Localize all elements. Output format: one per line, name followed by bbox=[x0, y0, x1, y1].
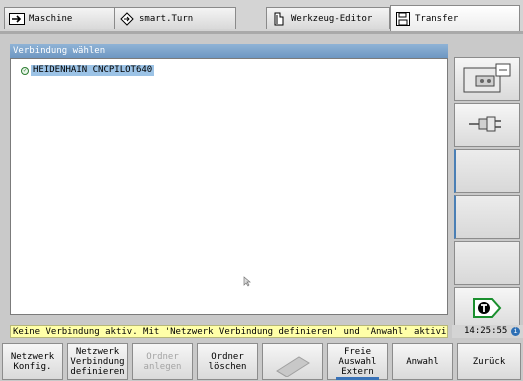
machine-transfer-icon bbox=[462, 62, 512, 97]
eraser-icon bbox=[273, 343, 313, 380]
tab-label: Maschine bbox=[29, 13, 73, 24]
side-softkey-empty-1[interactable] bbox=[454, 149, 520, 193]
tab-maschine[interactable]: Maschine bbox=[4, 7, 118, 29]
connection-list[interactable]: ✓ HEIDENHAIN CNCPILOT640 bbox=[10, 58, 448, 315]
dialog-title: Verbindung wählen bbox=[10, 44, 448, 58]
softkey-label: Ordner löschen bbox=[208, 351, 247, 372]
softkey-label: Freie Auswahl Extern bbox=[338, 346, 377, 377]
tab-divider bbox=[0, 31, 523, 34]
connection-item[interactable]: ✓ HEIDENHAIN CNCPILOT640 bbox=[21, 65, 155, 76]
softkey-freie-auswahl-extern[interactable]: Freie Auswahl Extern bbox=[327, 343, 388, 380]
tab-label: Werkzeug-Editor bbox=[291, 13, 373, 24]
tab-bar: Maschine smart.Turn Werkzeug-Editor Tran… bbox=[0, 0, 523, 34]
tab-smart-turn[interactable]: smart.Turn bbox=[114, 7, 236, 29]
side-softkey-bar bbox=[452, 38, 523, 331]
arrow-right-icon bbox=[9, 12, 25, 26]
softkey-label: Zurück bbox=[472, 356, 506, 367]
softkey-netzwerk-konfig[interactable]: Netzwerk Konfig. bbox=[2, 343, 63, 380]
side-softkey-empty-2[interactable] bbox=[454, 195, 520, 239]
tool-icon bbox=[271, 12, 287, 26]
tab-werkzeug-editor[interactable]: Werkzeug-Editor bbox=[266, 7, 390, 29]
connector-icon bbox=[467, 114, 507, 137]
softkey-eraser[interactable] bbox=[262, 343, 323, 380]
bottom-softkey-bar: Netzwerk Konfig. Netzwerk Verbindung def… bbox=[0, 341, 523, 381]
floppy-disk-icon bbox=[395, 11, 411, 26]
tab-label: smart.Turn bbox=[139, 13, 194, 24]
softkey-label: Ordner anlegen bbox=[143, 351, 182, 372]
clock-time: 14:25:55 bbox=[464, 326, 508, 336]
softkey-zurueck[interactable]: Zurück bbox=[457, 343, 521, 380]
softkey-label: Anwahl bbox=[406, 356, 439, 367]
tnc-logo-icon bbox=[470, 296, 504, 323]
info-icon[interactable]: i bbox=[511, 327, 520, 336]
softkey-netzwerk-verbindung-definieren[interactable]: Netzwerk Verbindung definieren bbox=[67, 343, 128, 380]
side-softkey-connector[interactable] bbox=[454, 103, 520, 147]
softkey-ordner-anlegen[interactable]: Ordner anlegen bbox=[132, 343, 193, 380]
softkey-label: Netzwerk Verbindung definieren bbox=[70, 346, 125, 377]
active-indicator bbox=[336, 377, 379, 380]
side-softkey-empty-3[interactable] bbox=[454, 241, 520, 285]
connection-status-icon: ✓ bbox=[21, 66, 29, 75]
status-message: Keine Verbindung aktiv. Mit 'Netzwerk Ve… bbox=[10, 325, 448, 338]
mouse-cursor-icon bbox=[243, 276, 252, 290]
tab-label: Transfer bbox=[415, 13, 459, 24]
softkey-label: Netzwerk Konfig. bbox=[10, 351, 55, 372]
tab-transfer[interactable]: Transfer bbox=[390, 5, 520, 31]
softkey-ordner-loeschen[interactable]: Ordner löschen bbox=[197, 343, 258, 380]
clock: 14:25:55 i bbox=[452, 325, 523, 338]
diamond-arrow-icon bbox=[119, 11, 135, 26]
softkey-anwahl[interactable]: Anwahl bbox=[392, 343, 453, 380]
side-softkey-machine-transfer[interactable] bbox=[454, 57, 520, 101]
connection-label: HEIDENHAIN CNCPILOT640 bbox=[31, 65, 155, 76]
